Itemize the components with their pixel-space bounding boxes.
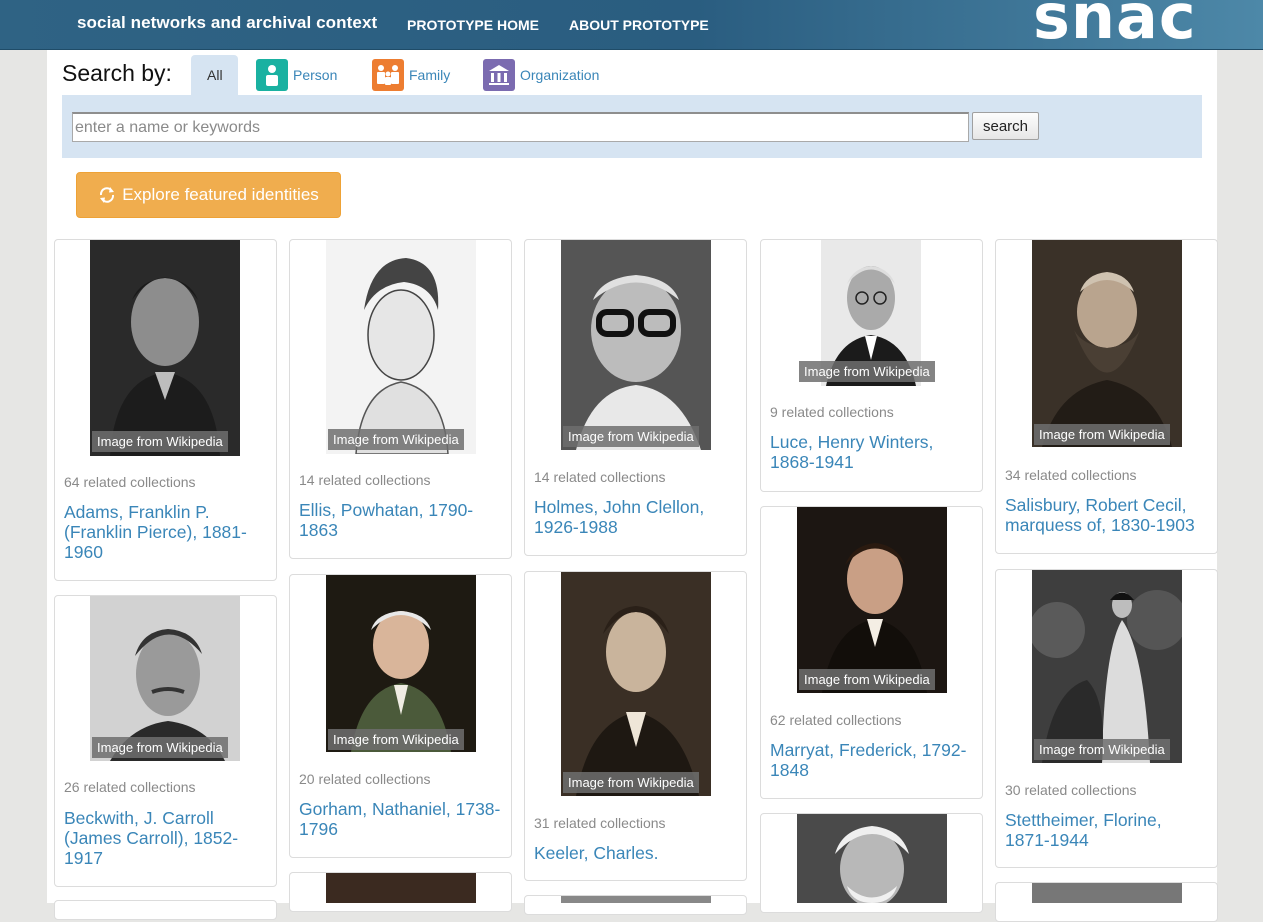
related-collections-count: 9 related collections <box>770 404 894 420</box>
person-icon <box>256 59 288 91</box>
related-collections-count: 62 related collections <box>770 712 902 728</box>
related-collections-count: 31 related collections <box>534 815 666 831</box>
tab-all-label: All <box>207 67 223 83</box>
identity-name-link[interactable]: Luce, Henry Winters, 1868-1941 <box>770 432 975 472</box>
identity-name-link[interactable]: Keeler, Charles. <box>534 843 739 863</box>
portrait-image[interactable] <box>797 507 947 693</box>
explore-featured-label: Explore featured identities <box>122 185 319 204</box>
wikipedia-image-badge: Image from Wikipedia <box>328 729 464 750</box>
wikipedia-image-badge: Image from Wikipedia <box>1034 424 1170 445</box>
identity-name-link[interactable]: Ellis, Powhatan, 1790-1863 <box>299 500 504 540</box>
explore-featured-button[interactable]: Explore featured identities <box>76 172 341 218</box>
tab-organization-label: Organization <box>520 67 600 83</box>
refresh-icon <box>98 186 116 204</box>
tab-family-label: Family <box>409 67 451 83</box>
related-collections-count: 14 related collections <box>299 472 431 488</box>
identity-name-link[interactable]: Salisbury, Robert Cecil, marquess of, 18… <box>1005 495 1210 535</box>
identity-name-link[interactable]: Marryat, Frederick, 1792-1848 <box>770 740 975 780</box>
wikipedia-image-badge: Image from Wikipedia <box>563 772 699 793</box>
tab-family[interactable]: Family <box>372 55 450 95</box>
tab-organization[interactable]: Organization <box>483 55 599 95</box>
wikipedia-image-badge: Image from Wikipedia <box>92 737 228 758</box>
wikipedia-image-badge: Image from Wikipedia <box>799 669 935 690</box>
organization-icon <box>483 59 515 91</box>
identity-card-partial[interactable] <box>54 900 277 920</box>
identity-name-link[interactable]: Beckwith, J. Carroll (James Carroll), 18… <box>64 808 269 868</box>
search-input[interactable] <box>72 112 969 142</box>
portrait-image[interactable] <box>1032 570 1182 763</box>
related-collections-count: 30 related collections <box>1005 782 1137 798</box>
related-collections-count: 26 related collections <box>64 779 196 795</box>
wikipedia-image-badge: Image from Wikipedia <box>328 429 464 450</box>
identity-name-link[interactable]: Stettheimer, Florine, 1871-1944 <box>1005 810 1210 850</box>
related-collections-count: 34 related collections <box>1005 467 1137 483</box>
tab-person[interactable]: Person <box>256 55 337 95</box>
portrait-image[interactable] <box>326 240 476 454</box>
tab-all[interactable]: All <box>191 55 238 95</box>
snac-logo[interactable]: snac <box>1033 0 1197 48</box>
related-collections-count: 20 related collections <box>299 771 431 787</box>
portrait-image[interactable] <box>561 572 711 796</box>
nav-prototype-home[interactable]: PROTOTYPE HOME <box>407 17 539 33</box>
identity-name-link[interactable]: Holmes, John Clellon, 1926-1988 <box>534 497 739 537</box>
portrait-image[interactable] <box>561 896 711 903</box>
related-collections-count: 14 related collections <box>534 469 666 485</box>
portrait-image[interactable] <box>1032 240 1182 447</box>
wikipedia-image-badge: Image from Wikipedia <box>1034 739 1170 760</box>
portrait-image[interactable] <box>1032 883 1182 903</box>
search-button[interactable]: search <box>972 112 1039 140</box>
identity-name-link[interactable]: Adams, Franklin P. (Franklin Pierce), 18… <box>64 502 269 562</box>
nav-about-prototype[interactable]: ABOUT PROTOTYPE <box>569 17 709 33</box>
identity-name-link[interactable]: Gorham, Nathaniel, 1738-1796 <box>299 799 504 839</box>
tab-person-label: Person <box>293 67 338 83</box>
wikipedia-image-badge: Image from Wikipedia <box>799 361 935 382</box>
site-title[interactable]: social networks and archival context <box>77 13 377 33</box>
portrait-image[interactable] <box>326 575 476 752</box>
related-collections-count: 64 related collections <box>64 474 196 490</box>
portrait-image[interactable] <box>561 240 711 450</box>
portrait-image[interactable] <box>90 240 240 456</box>
wikipedia-image-badge: Image from Wikipedia <box>563 426 699 447</box>
portrait-image[interactable] <box>797 814 947 903</box>
family-icon <box>372 59 404 91</box>
portrait-image[interactable] <box>326 873 476 903</box>
wikipedia-image-badge: Image from Wikipedia <box>92 431 228 452</box>
search-by-label: Search by: <box>62 60 172 86</box>
top-navbar: social networks and archival context PRO… <box>0 0 1263 50</box>
